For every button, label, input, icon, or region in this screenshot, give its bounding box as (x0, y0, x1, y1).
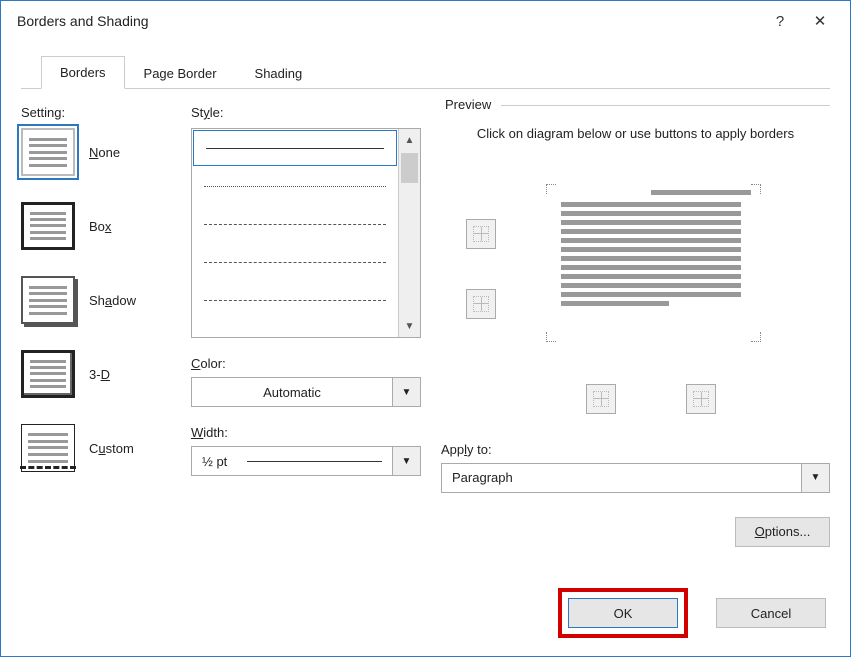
ok-highlight-box: OK (558, 588, 688, 638)
paragraph-sample (561, 202, 741, 306)
corner-mark-icon (751, 332, 761, 342)
style-dashed-short[interactable] (192, 243, 398, 281)
setting-custom[interactable]: Custom (21, 424, 171, 472)
setting-box-label: Box (89, 219, 111, 234)
ok-button[interactable]: OK (568, 598, 678, 628)
width-combobox[interactable]: ½ pt ▼ (191, 446, 421, 476)
width-value: ½ pt (202, 454, 227, 469)
border-right-button[interactable] (686, 384, 716, 414)
style-label: Style: (191, 105, 421, 120)
setting-custom-label: Custom (89, 441, 134, 456)
style-listbox[interactable]: ▲ ▼ (191, 128, 421, 338)
scroll-down-icon[interactable]: ▼ (399, 315, 420, 337)
setting-box-icon (21, 202, 75, 250)
chevron-down-icon: ▼ (801, 464, 829, 492)
help-button[interactable]: ? (760, 6, 800, 36)
chevron-down-icon: ▼ (392, 378, 420, 406)
width-block: Width: ½ pt ▼ (191, 425, 421, 476)
content-area: Setting: None Box Shadow (1, 89, 850, 581)
setting-custom-icon (21, 424, 75, 472)
cancel-button[interactable]: Cancel (716, 598, 826, 628)
style-dashed-long[interactable] (192, 205, 398, 243)
ok-label: OK (614, 606, 633, 621)
style-scrollbar[interactable]: ▲ ▼ (398, 129, 420, 337)
tab-page-border[interactable]: Page Border (125, 57, 236, 89)
setting-3d-label: 3-D (89, 367, 110, 382)
apply-to-value: Paragraph (452, 470, 513, 485)
options-button[interactable]: Options... (735, 517, 830, 547)
setting-3d[interactable]: 3-D (21, 350, 171, 398)
preview-column: Preview Click on diagram below or use bu… (441, 105, 830, 581)
setting-none-icon (21, 128, 75, 176)
border-left-button[interactable] (586, 384, 616, 414)
preview-help-text: Click on diagram below or use buttons to… (441, 124, 830, 144)
color-block: Color: Automatic ▼ (191, 356, 421, 407)
options-label: Options... (755, 524, 811, 539)
border-bottom-button[interactable] (466, 289, 496, 319)
setting-none-label: None (89, 145, 120, 160)
close-button[interactable]: ✕ (800, 6, 840, 36)
apply-to-label: Apply to: (441, 442, 830, 457)
color-value: Automatic (263, 385, 321, 400)
width-sample-line (247, 461, 382, 462)
dialog-footer: OK Cancel (558, 588, 826, 638)
corner-mark-icon (546, 332, 556, 342)
tab-strip: Borders Page Border Shading (21, 51, 830, 89)
apply-to-combobox[interactable]: Paragraph ▼ (441, 463, 830, 493)
chevron-down-icon: ▼ (392, 447, 420, 475)
setting-shadow-icon (21, 276, 75, 324)
setting-shadow-label: Shadow (89, 293, 136, 308)
style-solid[interactable] (193, 130, 397, 166)
color-label: Color: (191, 356, 421, 371)
apply-to-block: Apply to: Paragraph ▼ (441, 442, 830, 493)
preview-diagram[interactable] (441, 164, 830, 394)
tab-shading[interactable]: Shading (236, 57, 322, 89)
tab-borders[interactable]: Borders (41, 56, 125, 89)
titlebar: Borders and Shading ? ✕ (1, 1, 850, 41)
setting-label: Setting: (21, 105, 171, 120)
dialog-title: Borders and Shading (17, 13, 149, 29)
style-dotted[interactable] (192, 167, 398, 205)
corner-mark-icon (546, 184, 556, 194)
scroll-thumb[interactable] (401, 153, 418, 183)
setting-shadow[interactable]: Shadow (21, 276, 171, 324)
style-column: Style: ▲ ▼ Color: (191, 105, 421, 581)
style-items (192, 129, 398, 337)
cancel-label: Cancel (751, 606, 791, 621)
style-dash-dot[interactable] (192, 281, 398, 319)
scroll-up-icon[interactable]: ▲ (399, 129, 420, 151)
setting-box[interactable]: Box (21, 202, 171, 250)
corner-mark-icon (751, 184, 761, 194)
preview-legend: Preview (441, 97, 495, 112)
setting-3d-icon (21, 350, 75, 398)
borders-shading-dialog: Borders and Shading ? ✕ Borders Page Bor… (0, 0, 851, 657)
setting-none[interactable]: None (21, 128, 171, 176)
setting-column: Setting: None Box Shadow (21, 105, 171, 581)
color-combobox[interactable]: Automatic ▼ (191, 377, 421, 407)
width-label: Width: (191, 425, 421, 440)
border-top-button[interactable] (466, 219, 496, 249)
